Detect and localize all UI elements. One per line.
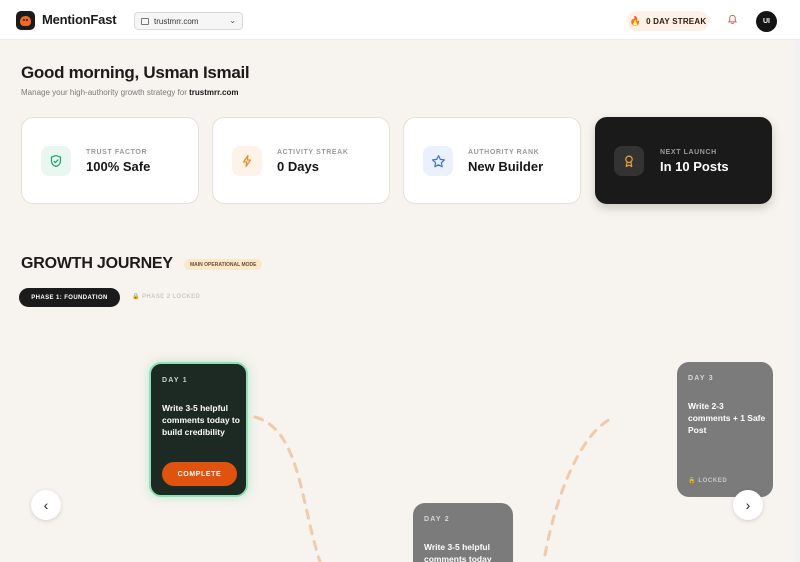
site-selector[interactable]: trustmrr.com ⌄	[134, 12, 243, 30]
day-card-1[interactable]: DAY 1 Write 3-5 helpful comments today t…	[149, 362, 248, 497]
streak-badge[interactable]: 🔥 0 DAY STREAK	[627, 11, 709, 31]
prev-arrow-button[interactable]: ‹	[31, 490, 61, 520]
day-card-3[interactable]: DAY 3 Write 2-3 comments + 1 Safe Post 🔒…	[677, 362, 773, 497]
award-icon	[614, 146, 644, 176]
stat-card-trust-factor: TRUST FACTOR 100% Safe	[21, 117, 199, 204]
subtitle-site: trustmrr.com	[189, 88, 239, 97]
day-label: DAY 1	[162, 377, 188, 384]
complete-button[interactable]: COMPLETE	[162, 462, 237, 486]
stat-label: ACTIVITY STREAK	[277, 149, 349, 156]
avatar[interactable]: UI	[756, 11, 777, 32]
lightning-icon	[232, 146, 262, 176]
streak-label: 0 DAY STREAK	[646, 16, 707, 26]
stat-label: AUTHORITY RANK	[468, 149, 540, 156]
stat-value: 100% Safe	[86, 159, 151, 174]
day-status: 🔒 LOCKED	[688, 477, 727, 484]
top-header: MentionFast trustmrr.com ⌄ 🔥 0 DAY STREA…	[0, 0, 800, 40]
lock-icon: 🔒	[688, 478, 697, 484]
stat-label: NEXT LAUNCH	[660, 149, 717, 156]
shield-check-icon	[41, 146, 71, 176]
chevron-down-icon: ⌄	[229, 16, 236, 25]
brand-name[interactable]: MentionFast	[42, 12, 117, 27]
mode-badge: MAIN OPERATIONAL MODE	[184, 259, 263, 270]
scrollbar[interactable]	[794, 40, 800, 562]
day-task: Write 2-3 comments + 1 Safe Post	[688, 401, 766, 435]
stat-value: New Builder	[468, 159, 544, 174]
stat-label: TRUST FACTOR	[86, 149, 148, 156]
star-icon	[423, 146, 453, 176]
day-card-2[interactable]: DAY 2 Write 3-5 helpful comments today	[413, 503, 513, 562]
stat-value: 0 Days	[277, 159, 319, 174]
site-icon	[141, 17, 149, 25]
logo-icon[interactable]	[16, 11, 35, 30]
page-subtitle: Manage your high-authority growth strate…	[21, 88, 238, 97]
flame-icon: 🔥	[629, 15, 642, 26]
day-task: Write 3-5 helpful comments today to buil…	[162, 403, 240, 437]
section-title: GROWTH JOURNEY	[21, 255, 173, 272]
page-title: Good morning, Usman Ismail	[21, 63, 250, 82]
bell-icon[interactable]	[727, 14, 738, 25]
day-label: DAY 3	[688, 375, 714, 382]
stat-card-authority-rank: AUTHORITY RANK New Builder	[403, 117, 581, 204]
stat-card-next-launch: NEXT LAUNCH In 10 Posts	[595, 117, 772, 204]
day-task: Write 3-5 helpful comments today	[424, 542, 492, 562]
next-arrow-button[interactable]: ›	[733, 490, 763, 520]
day-status-label: LOCKED	[698, 478, 728, 484]
subtitle-text: Manage your high-authority growth strate…	[21, 88, 187, 97]
site-selector-value: trustmrr.com	[154, 16, 199, 26]
stat-value: In 10 Posts	[660, 159, 729, 174]
day-label: DAY 2	[424, 516, 450, 523]
stat-card-activity-streak: ACTIVITY STREAK 0 Days	[212, 117, 390, 204]
tab-phase-2[interactable]: 🔒 PHASE 2 LOCKED	[132, 293, 200, 300]
